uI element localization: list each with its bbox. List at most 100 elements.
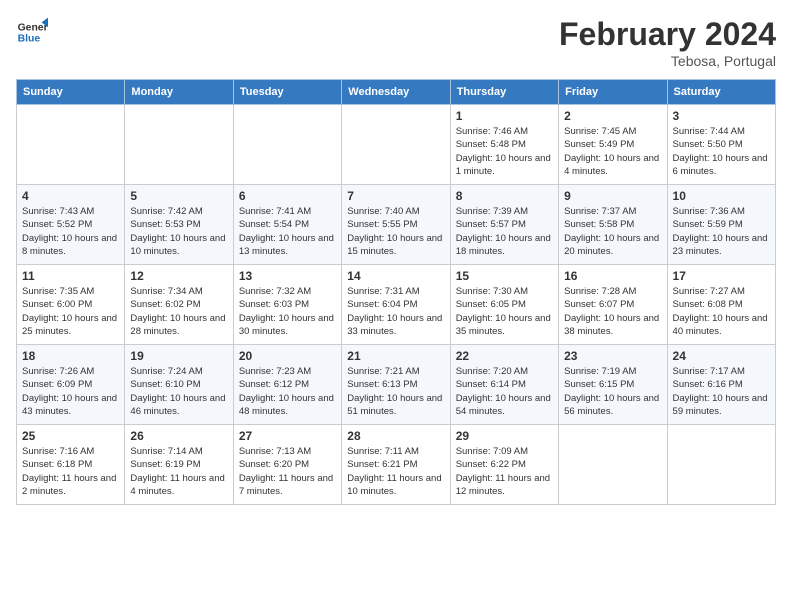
day-info: Sunrise: 7:44 AM Sunset: 5:50 PM Dayligh…	[673, 125, 770, 178]
calendar-week-row: 25 Sunrise: 7:16 AM Sunset: 6:18 PM Dayli…	[17, 425, 776, 505]
calendar-day-cell: 7 Sunrise: 7:40 AM Sunset: 5:55 PM Daylig…	[342, 185, 450, 265]
day-info: Sunrise: 7:09 AM Sunset: 6:22 PM Dayligh…	[456, 445, 553, 498]
calendar-day-cell: 23Sunrise: 7:19 AM Sunset: 6:15 PM Dayli…	[559, 345, 667, 425]
calendar-week-row: 1 Sunrise: 7:46 AM Sunset: 5:48 PM Daylig…	[17, 105, 776, 185]
day-number: 19	[130, 349, 227, 363]
header: General Blue February 2024 Tebosa, Portu…	[16, 16, 776, 69]
day-number: 13	[239, 269, 336, 283]
calendar-day-cell: 14 Sunrise: 7:31 AM Sunset: 6:04 PM Dayli…	[342, 265, 450, 345]
day-number: 25	[22, 429, 119, 443]
day-info: Sunrise: 7:24 AM Sunset: 6:10 PM Dayligh…	[130, 365, 227, 418]
day-info: Sunrise: 7:45 AM Sunset: 5:49 PM Dayligh…	[564, 125, 661, 178]
day-info: Sunrise: 7:16 AM Sunset: 6:18 PM Dayligh…	[22, 445, 119, 498]
calendar-day-cell: 24 Sunrise: 7:17 AM Sunset: 6:16 PM Dayli…	[667, 345, 775, 425]
title-area: February 2024 Tebosa, Portugal	[559, 16, 776, 69]
day-number: 26	[130, 429, 227, 443]
day-info: Sunrise: 7:34 AM Sunset: 6:02 PM Dayligh…	[130, 285, 227, 338]
day-number: 10	[673, 189, 770, 203]
calendar-day-cell: 22 Sunrise: 7:20 AM Sunset: 6:14 PM Dayli…	[450, 345, 558, 425]
day-number: 22	[456, 349, 553, 363]
empty-day-cell	[667, 425, 775, 505]
calendar-week-row: 4Sunrise: 7:43 AM Sunset: 5:52 PM Daylig…	[17, 185, 776, 265]
weekday-header: Friday	[559, 80, 667, 105]
empty-day-cell	[233, 105, 341, 185]
day-info: Sunrise: 7:14 AM Sunset: 6:19 PM Dayligh…	[130, 445, 227, 498]
month-title: February 2024	[559, 16, 776, 53]
weekday-header: Sunday	[17, 80, 125, 105]
calendar-day-cell: 2 Sunrise: 7:45 AM Sunset: 5:49 PM Daylig…	[559, 105, 667, 185]
day-number: 1	[456, 109, 553, 123]
day-number: 16	[564, 269, 661, 283]
day-info: Sunrise: 7:23 AM Sunset: 6:12 PM Dayligh…	[239, 365, 336, 418]
day-info: Sunrise: 7:46 AM Sunset: 5:48 PM Dayligh…	[456, 125, 553, 178]
calendar-day-cell: 3Sunrise: 7:44 AM Sunset: 5:50 PM Daylig…	[667, 105, 775, 185]
calendar-day-cell: 10 Sunrise: 7:36 AM Sunset: 5:59 PM Dayli…	[667, 185, 775, 265]
day-info: Sunrise: 7:32 AM Sunset: 6:03 PM Dayligh…	[239, 285, 336, 338]
day-info: Sunrise: 7:13 AM Sunset: 6:20 PM Dayligh…	[239, 445, 336, 498]
calendar-day-cell: 6 Sunrise: 7:41 AM Sunset: 5:54 PM Daylig…	[233, 185, 341, 265]
day-info: Sunrise: 7:42 AM Sunset: 5:53 PM Dayligh…	[130, 205, 227, 258]
day-info: Sunrise: 7:28 AM Sunset: 6:07 PM Dayligh…	[564, 285, 661, 338]
day-number: 24	[673, 349, 770, 363]
day-number: 14	[347, 269, 444, 283]
calendar-day-cell: 21 Sunrise: 7:21 AM Sunset: 6:13 PM Dayli…	[342, 345, 450, 425]
calendar-day-cell: 1 Sunrise: 7:46 AM Sunset: 5:48 PM Daylig…	[450, 105, 558, 185]
calendar-day-cell: 12Sunrise: 7:34 AM Sunset: 6:02 PM Dayli…	[125, 265, 233, 345]
day-info: Sunrise: 7:41 AM Sunset: 5:54 PM Dayligh…	[239, 205, 336, 258]
calendar-day-cell: 11 Sunrise: 7:35 AM Sunset: 6:00 PM Dayli…	[17, 265, 125, 345]
day-number: 18	[22, 349, 119, 363]
calendar-day-cell: 8Sunrise: 7:39 AM Sunset: 5:57 PM Daylig…	[450, 185, 558, 265]
empty-day-cell	[17, 105, 125, 185]
logo-icon: General Blue	[16, 16, 48, 48]
calendar-day-cell: 26 Sunrise: 7:14 AM Sunset: 6:19 PM Dayli…	[125, 425, 233, 505]
weekday-header: Wednesday	[342, 80, 450, 105]
svg-text:Blue: Blue	[18, 34, 41, 45]
calendar-day-cell: 16 Sunrise: 7:28 AM Sunset: 6:07 PM Dayli…	[559, 265, 667, 345]
day-number: 8	[456, 189, 553, 203]
day-info: Sunrise: 7:30 AM Sunset: 6:05 PM Dayligh…	[456, 285, 553, 338]
weekday-header: Monday	[125, 80, 233, 105]
day-number: 11	[22, 269, 119, 283]
calendar-day-cell: 29Sunrise: 7:09 AM Sunset: 6:22 PM Dayli…	[450, 425, 558, 505]
calendar-day-cell: 9Sunrise: 7:37 AM Sunset: 5:58 PM Daylig…	[559, 185, 667, 265]
day-info: Sunrise: 7:26 AM Sunset: 6:09 PM Dayligh…	[22, 365, 119, 418]
day-info: Sunrise: 7:40 AM Sunset: 5:55 PM Dayligh…	[347, 205, 444, 258]
day-number: 20	[239, 349, 336, 363]
day-number: 2	[564, 109, 661, 123]
calendar-day-cell: 25 Sunrise: 7:16 AM Sunset: 6:18 PM Dayli…	[17, 425, 125, 505]
calendar-day-cell: 17 Sunrise: 7:27 AM Sunset: 6:08 PM Dayli…	[667, 265, 775, 345]
weekday-header: Tuesday	[233, 80, 341, 105]
weekday-header-row: SundayMondayTuesdayWednesdayThursdayFrid…	[17, 80, 776, 105]
day-number: 6	[239, 189, 336, 203]
calendar-week-row: 18 Sunrise: 7:26 AM Sunset: 6:09 PM Dayli…	[17, 345, 776, 425]
day-number: 5	[130, 189, 227, 203]
day-info: Sunrise: 7:36 AM Sunset: 5:59 PM Dayligh…	[673, 205, 770, 258]
calendar-day-cell: 18 Sunrise: 7:26 AM Sunset: 6:09 PM Dayli…	[17, 345, 125, 425]
svg-text:General: General	[18, 22, 48, 33]
day-info: Sunrise: 7:20 AM Sunset: 6:14 PM Dayligh…	[456, 365, 553, 418]
calendar-day-cell: 13 Sunrise: 7:32 AM Sunset: 6:03 PM Dayli…	[233, 265, 341, 345]
logo: General Blue	[16, 16, 48, 48]
calendar-day-cell: 15Sunrise: 7:30 AM Sunset: 6:05 PM Dayli…	[450, 265, 558, 345]
day-number: 23	[564, 349, 661, 363]
calendar-day-cell: 19 Sunrise: 7:24 AM Sunset: 6:10 PM Dayli…	[125, 345, 233, 425]
calendar-day-cell: 4Sunrise: 7:43 AM Sunset: 5:52 PM Daylig…	[17, 185, 125, 265]
day-info: Sunrise: 7:37 AM Sunset: 5:58 PM Dayligh…	[564, 205, 661, 258]
calendar-day-cell: 28 Sunrise: 7:11 AM Sunset: 6:21 PM Dayli…	[342, 425, 450, 505]
location-subtitle: Tebosa, Portugal	[559, 53, 776, 69]
day-number: 17	[673, 269, 770, 283]
day-info: Sunrise: 7:35 AM Sunset: 6:00 PM Dayligh…	[22, 285, 119, 338]
day-info: Sunrise: 7:17 AM Sunset: 6:16 PM Dayligh…	[673, 365, 770, 418]
day-number: 21	[347, 349, 444, 363]
empty-day-cell	[342, 105, 450, 185]
day-number: 28	[347, 429, 444, 443]
empty-day-cell	[559, 425, 667, 505]
day-number: 7	[347, 189, 444, 203]
day-info: Sunrise: 7:27 AM Sunset: 6:08 PM Dayligh…	[673, 285, 770, 338]
day-info: Sunrise: 7:31 AM Sunset: 6:04 PM Dayligh…	[347, 285, 444, 338]
day-info: Sunrise: 7:21 AM Sunset: 6:13 PM Dayligh…	[347, 365, 444, 418]
day-info: Sunrise: 7:43 AM Sunset: 5:52 PM Dayligh…	[22, 205, 119, 258]
day-info: Sunrise: 7:11 AM Sunset: 6:21 PM Dayligh…	[347, 445, 444, 498]
calendar-week-row: 11 Sunrise: 7:35 AM Sunset: 6:00 PM Dayli…	[17, 265, 776, 345]
calendar-day-cell: 5 Sunrise: 7:42 AM Sunset: 5:53 PM Daylig…	[125, 185, 233, 265]
